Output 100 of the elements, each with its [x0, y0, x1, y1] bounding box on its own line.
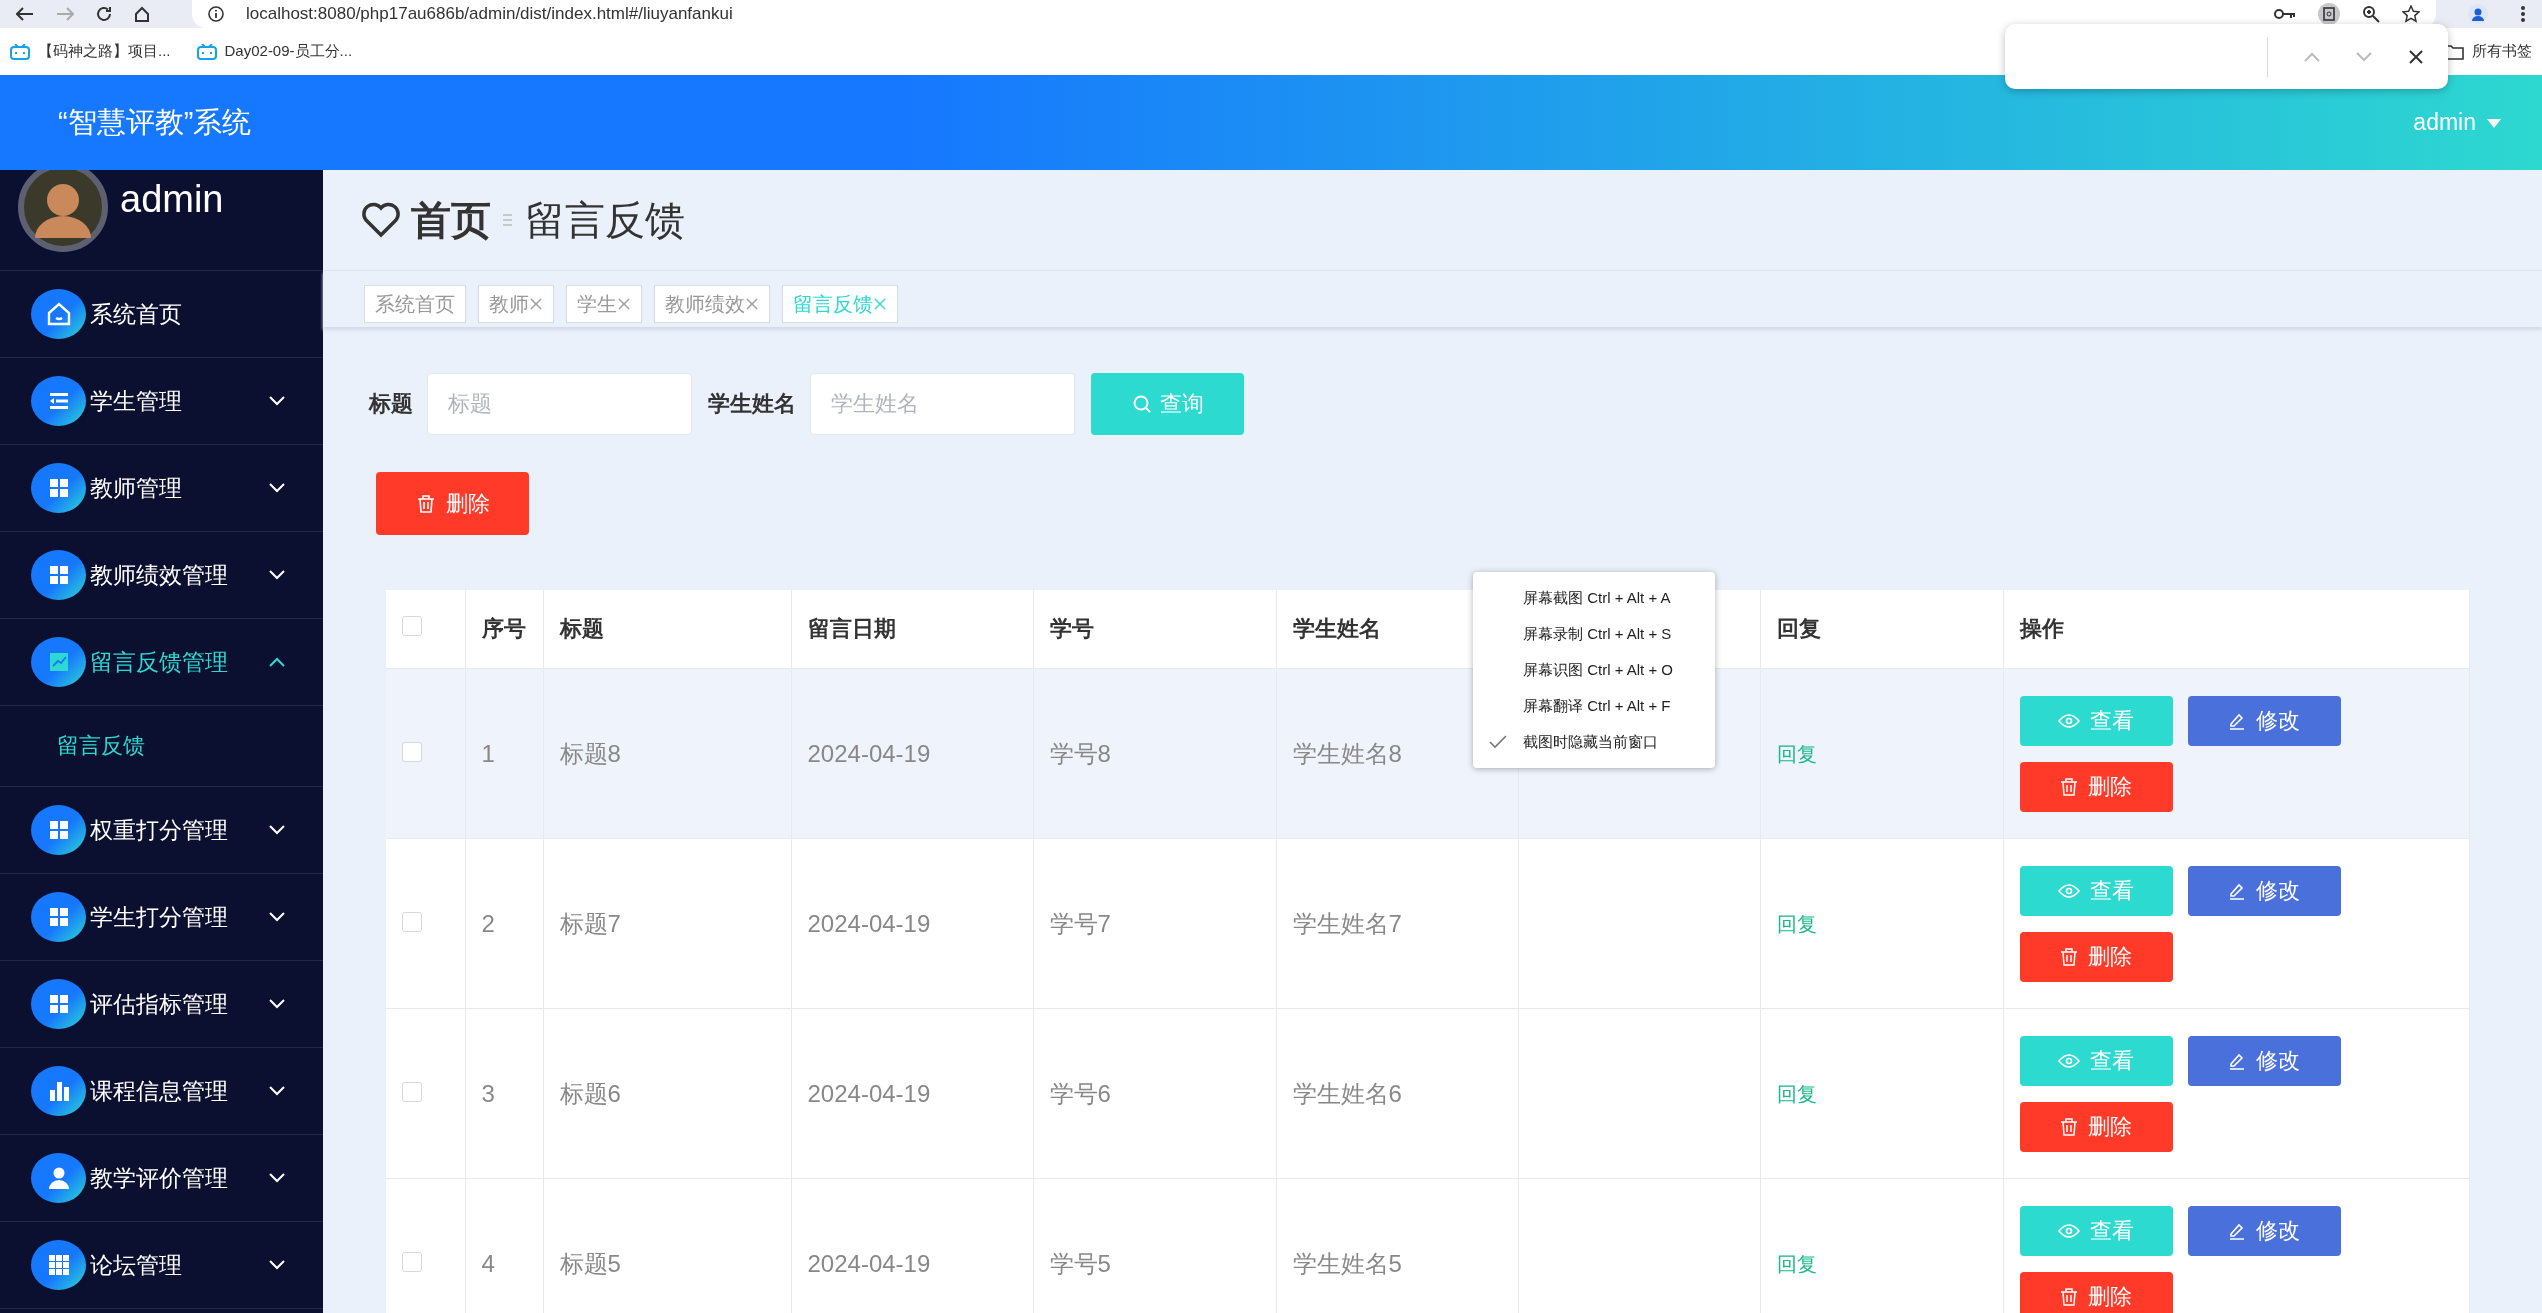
table-cell: 学生姓名5 — [1292, 1249, 1402, 1277]
row-checkbox[interactable] — [402, 911, 422, 932]
trash-icon — [2060, 947, 2078, 966]
tv-icon — [196, 43, 217, 60]
search-field[interactable]: 标题 — [427, 373, 692, 435]
avatar-icon — [18, 170, 108, 252]
menu-item[interactable]: 权重打分管理 — [0, 787, 323, 874]
menu-item[interactable]: 学生打分管理 — [0, 874, 323, 961]
table-cell: 3 — [481, 1079, 495, 1107]
bookmark[interactable]: 【码神之路】项目... — [10, 42, 171, 61]
zoom-icon[interactable] — [2362, 5, 2380, 23]
pencil-icon — [2228, 711, 2246, 730]
bookmark[interactable]: Day02-09-员工分... — [196, 42, 353, 61]
delete-button[interactable]: 删除 — [2019, 931, 2173, 982]
grid-icon — [31, 550, 86, 600]
row-checkbox[interactable] — [402, 1081, 422, 1102]
reply-link[interactable]: 回复 — [1776, 1253, 1817, 1275]
bars-icon — [31, 1066, 86, 1116]
breadcrumb-current: 留言反馈 — [525, 196, 685, 244]
trash-icon — [2060, 1287, 2078, 1306]
profile-icon[interactable] — [2468, 4, 2488, 24]
table-cell: 4 — [481, 1249, 495, 1277]
menu-item[interactable]: 系统首页 — [0, 271, 323, 358]
pencil-icon — [2228, 1051, 2246, 1070]
eye-icon — [2058, 713, 2080, 728]
row-checkbox[interactable] — [402, 1251, 422, 1272]
page-tab[interactable]: 教师 — [478, 285, 554, 323]
reply-link[interactable]: 回复 — [1776, 1083, 1817, 1105]
key-icon[interactable] — [2274, 7, 2296, 21]
menu-item[interactable]: 学生管理 — [0, 358, 323, 445]
eye-icon — [2058, 883, 2080, 898]
trash-icon — [415, 493, 436, 514]
table-cell: 标题5 — [559, 1249, 621, 1277]
reply-link[interactable]: 回复 — [1776, 913, 1817, 935]
menu-option[interactable]: 屏幕识图 Ctrl + Alt + O — [1473, 652, 1715, 688]
edit-button[interactable]: 修改 — [2187, 865, 2341, 916]
pencil-icon — [2228, 1221, 2246, 1240]
page-tab[interactable]: 系统首页 — [364, 285, 466, 323]
grid-icon — [31, 979, 86, 1029]
info-icon[interactable] — [208, 6, 224, 22]
table-cell: 2 — [481, 909, 495, 937]
address-bar[interactable]: localhost:8080/php17au686b/admin/dist/index.html#/liuyanfankui — [192, 0, 2436, 28]
home-icon[interactable] — [134, 6, 150, 22]
table-cell: 2024-04-19 — [807, 739, 931, 767]
eye-icon — [2058, 1223, 2080, 1238]
menu-item[interactable]: 教师管理 — [0, 445, 323, 532]
row-checkbox[interactable] — [402, 741, 422, 762]
table-cell: 学号5 — [1049, 1249, 1111, 1277]
previous-icon[interactable] — [2304, 51, 2320, 62]
menu-item[interactable]: 课程信息管理 — [0, 1048, 323, 1135]
page-tab[interactable]: 教师绩效 — [654, 285, 770, 323]
column-header: 标题 — [559, 616, 604, 641]
page-tab[interactable]: 学生 — [566, 285, 642, 323]
reply-link[interactable]: 回复 — [1776, 743, 1817, 765]
menu-option[interactable]: 屏幕截图 Ctrl + Alt + A — [1473, 580, 1715, 616]
edit-button[interactable]: 修改 — [2187, 1035, 2341, 1086]
delete-button[interactable]: 删除 — [376, 472, 529, 535]
column-header: 序号 — [481, 616, 526, 641]
table-cell: 学生姓名7 — [1292, 909, 1402, 937]
column-header: 回复 — [1776, 616, 1821, 641]
menu-item[interactable]: 留言反馈管理 — [0, 619, 323, 706]
home-icon — [31, 289, 86, 339]
column-header: 操作 — [2019, 616, 2064, 641]
table-cell: 学生姓名8 — [1292, 739, 1402, 767]
menu-option[interactable]: 截图时隐藏当前窗口 — [1473, 724, 1715, 760]
reload-icon[interactable] — [96, 6, 112, 22]
delete-button[interactable]: 删除 — [2019, 1271, 2173, 1313]
table-cell: 学号8 — [1049, 739, 1111, 767]
star-icon[interactable] — [2402, 5, 2420, 23]
menu-item[interactable]: 论坛管理 — [0, 1222, 323, 1309]
delete-button[interactable]: 删除 — [2019, 1101, 2173, 1152]
edit-button[interactable]: 修改 — [2187, 1205, 2341, 1256]
page-search-icon[interactable] — [2318, 3, 2340, 25]
forward-icon[interactable] — [56, 7, 74, 21]
chart-icon — [31, 637, 86, 687]
search-field[interactable]: 学生姓名 — [810, 373, 1075, 435]
select-all-checkbox[interactable] — [402, 616, 422, 636]
grid-icon — [31, 892, 86, 942]
apps-icon — [31, 1240, 86, 1290]
menu-item[interactable]: 评估指标管理 — [0, 961, 323, 1048]
trash-icon — [2060, 777, 2078, 796]
menu-item[interactable]: 教学评价管理 — [0, 1135, 323, 1222]
delete-button[interactable]: 删除 — [2019, 761, 2173, 812]
table-cell: 2024-04-19 — [807, 1249, 931, 1277]
close-icon[interactable] — [2408, 48, 2424, 65]
menu-option[interactable]: 屏幕录制 Ctrl + Alt + S — [1473, 616, 1715, 652]
next-icon[interactable] — [2356, 51, 2372, 62]
caret-icon — [2486, 116, 2502, 129]
column-header: 留言日期 — [807, 616, 896, 641]
menu-item[interactable]: 教师绩效管理 — [0, 532, 323, 619]
menu-icon[interactable] — [2520, 5, 2526, 23]
trash-icon — [2060, 1117, 2078, 1136]
submenu-item[interactable]: 留言反馈 — [0, 706, 323, 787]
field-label: 学生姓名 — [708, 390, 796, 418]
breadcrumb-link[interactable]: 首页 — [411, 192, 491, 248]
edit-button[interactable]: 修改 — [2187, 695, 2341, 746]
tv-icon — [10, 43, 30, 60]
back-icon[interactable] — [16, 7, 34, 21]
menu-option[interactable]: 屏幕翻译 Ctrl + Alt + F — [1473, 688, 1715, 724]
field-label: 标题 — [369, 390, 413, 418]
